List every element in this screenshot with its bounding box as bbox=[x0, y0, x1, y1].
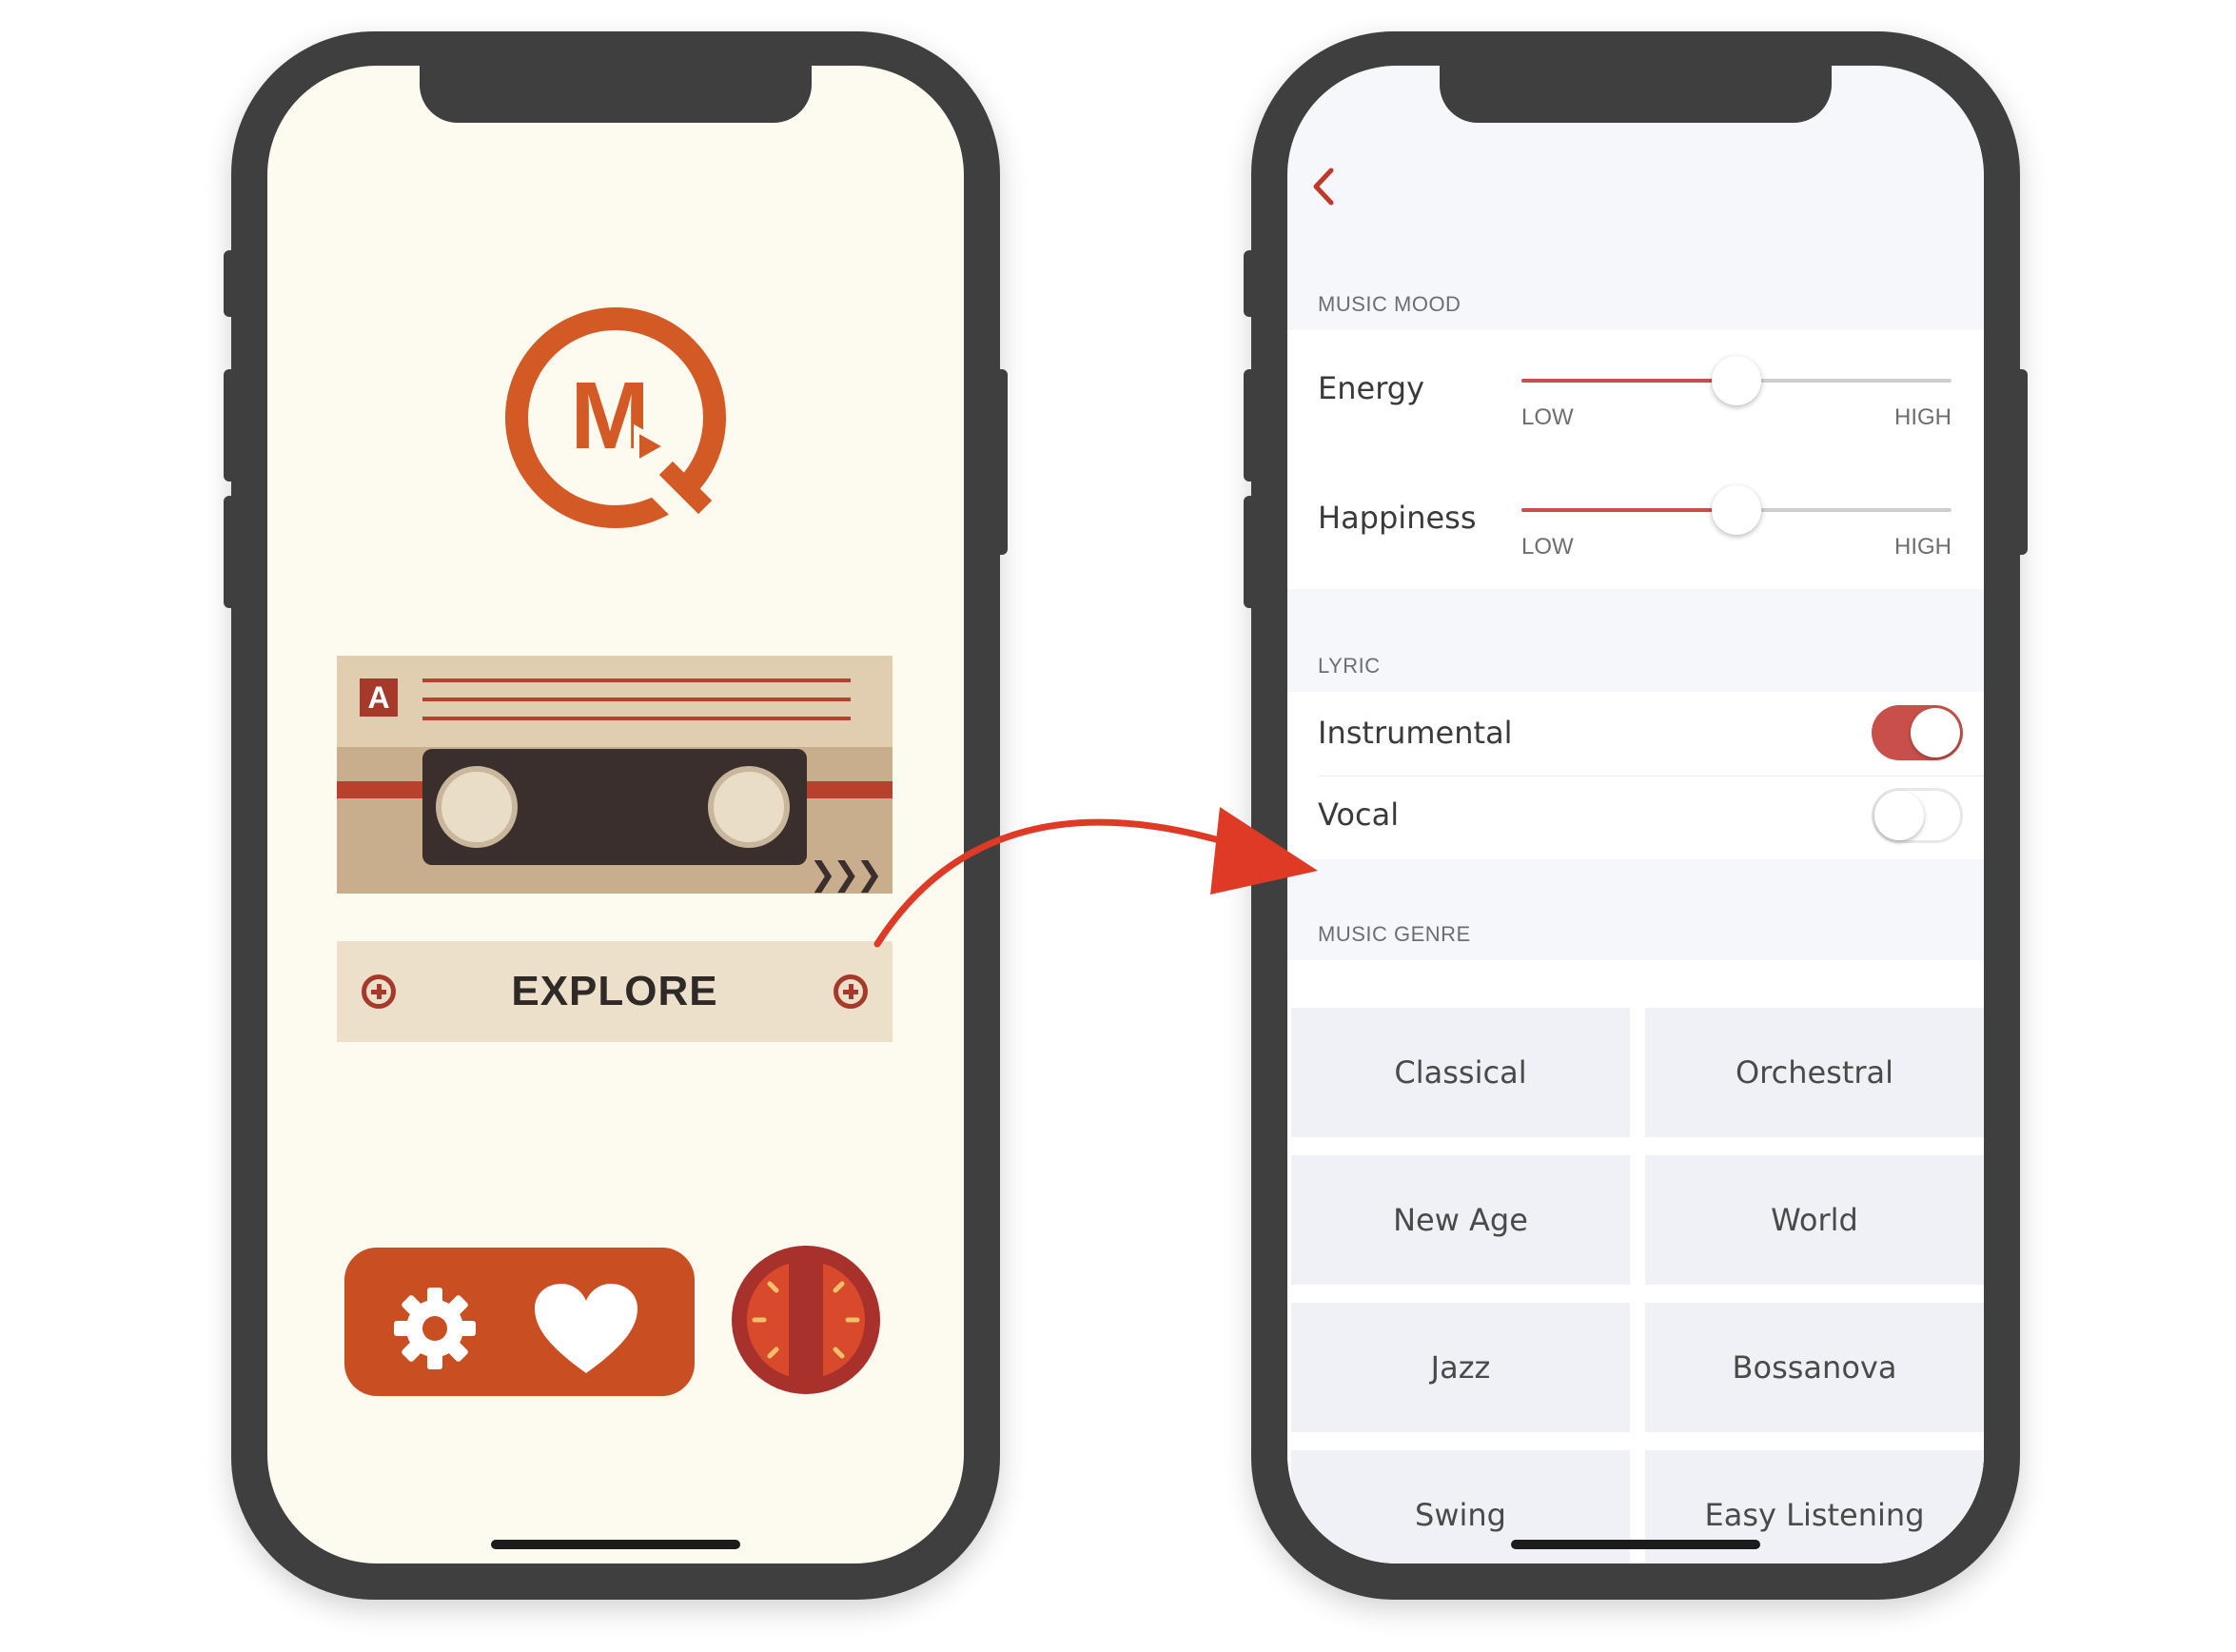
explore-label: EXPLORE bbox=[511, 968, 718, 1014]
side-a-label: A bbox=[360, 678, 398, 717]
slider-max-label: HIGH bbox=[1894, 534, 1952, 560]
plus-circle-icon bbox=[362, 974, 396, 1009]
row-divider bbox=[1318, 776, 1984, 777]
slider-fill bbox=[1521, 379, 1736, 383]
filter-screen: MUSIC MOOD Energy LOW HIGH Happiness LOW… bbox=[1287, 66, 1984, 1564]
slider-min-label: LOW bbox=[1521, 404, 1574, 430]
happiness-label: Happiness bbox=[1318, 500, 1477, 536]
notch bbox=[420, 66, 812, 123]
music-mood-header: MUSIC MOOD bbox=[1318, 292, 1461, 316]
home-screen: M A ❯❯❯ EXPLORE bbox=[267, 66, 964, 1564]
music-genre-header: MUSIC GENRE bbox=[1318, 922, 1471, 946]
volume-up-button bbox=[1244, 369, 1257, 482]
chevron-left-icon[interactable] bbox=[1299, 161, 1350, 212]
home-indicator bbox=[1511, 1540, 1760, 1549]
genre-tile-bossanova[interactable]: Bossanova bbox=[1645, 1303, 1984, 1432]
lyric-header: LYRIC bbox=[1318, 654, 1381, 678]
mute-switch bbox=[1244, 250, 1257, 317]
tape-window bbox=[422, 749, 807, 865]
vocal-toggle[interactable] bbox=[1872, 788, 1963, 843]
genre-tile-world[interactable]: World bbox=[1645, 1155, 1984, 1285]
mute-switch bbox=[224, 250, 237, 317]
happiness-slider[interactable]: LOW HIGH bbox=[1521, 485, 1952, 560]
volume-up-button bbox=[224, 369, 237, 482]
action-pill bbox=[344, 1248, 695, 1396]
genre-tile-jazz[interactable]: Jazz bbox=[1291, 1303, 1630, 1432]
volume-down-button bbox=[224, 496, 237, 608]
phone-home: M A ❯❯❯ EXPLORE bbox=[224, 31, 1008, 1600]
lyric-group: Instrumental Vocal bbox=[1287, 692, 1984, 859]
app-logo: M bbox=[505, 307, 726, 528]
energy-slider[interactable]: LOW HIGH bbox=[1521, 356, 1952, 430]
slider-knob[interactable] bbox=[1712, 485, 1761, 535]
heart-icon[interactable] bbox=[533, 1282, 639, 1377]
volume-down-button bbox=[1244, 496, 1257, 608]
slider-fill bbox=[1521, 508, 1736, 512]
instrumental-toggle[interactable] bbox=[1872, 705, 1963, 760]
cassette-tape: A ❯❯❯ bbox=[337, 656, 892, 894]
notch bbox=[1440, 66, 1832, 123]
home-indicator bbox=[491, 1540, 740, 1549]
genre-tile-orchestral[interactable]: Orchestral bbox=[1645, 1008, 1984, 1137]
toggle-thumb bbox=[1911, 708, 1960, 757]
right-reel-icon bbox=[708, 766, 790, 848]
slider-min-label: LOW bbox=[1521, 534, 1574, 560]
instrumental-label: Instrumental bbox=[1318, 715, 1513, 751]
plus-circle-icon bbox=[834, 974, 868, 1009]
forward-arrows: ❯❯❯ bbox=[809, 856, 883, 894]
toggle-thumb bbox=[1874, 791, 1924, 840]
phone-filters: MUSIC MOOD Energy LOW HIGH Happiness LOW… bbox=[1244, 31, 2028, 1600]
genre-tile-new-age[interactable]: New Age bbox=[1291, 1155, 1630, 1285]
gear-icon[interactable] bbox=[392, 1286, 478, 1371]
explore-button[interactable]: EXPLORE bbox=[337, 941, 892, 1042]
power-button bbox=[2014, 369, 2028, 555]
label-line bbox=[422, 717, 851, 720]
slider-knob[interactable] bbox=[1712, 356, 1761, 405]
label-line bbox=[422, 698, 851, 701]
genre-tile-classical[interactable]: Classical bbox=[1291, 1008, 1630, 1137]
music-mood-group: Energy LOW HIGH Happiness LOW HIGH bbox=[1287, 330, 1984, 589]
power-button bbox=[994, 369, 1008, 555]
energy-label: Energy bbox=[1318, 370, 1425, 406]
slider-max-label: HIGH bbox=[1894, 404, 1952, 430]
label-line bbox=[422, 678, 851, 682]
vocal-label: Vocal bbox=[1318, 796, 1400, 833]
tomato-timer-icon[interactable] bbox=[730, 1244, 882, 1396]
left-reel-icon bbox=[436, 766, 518, 848]
